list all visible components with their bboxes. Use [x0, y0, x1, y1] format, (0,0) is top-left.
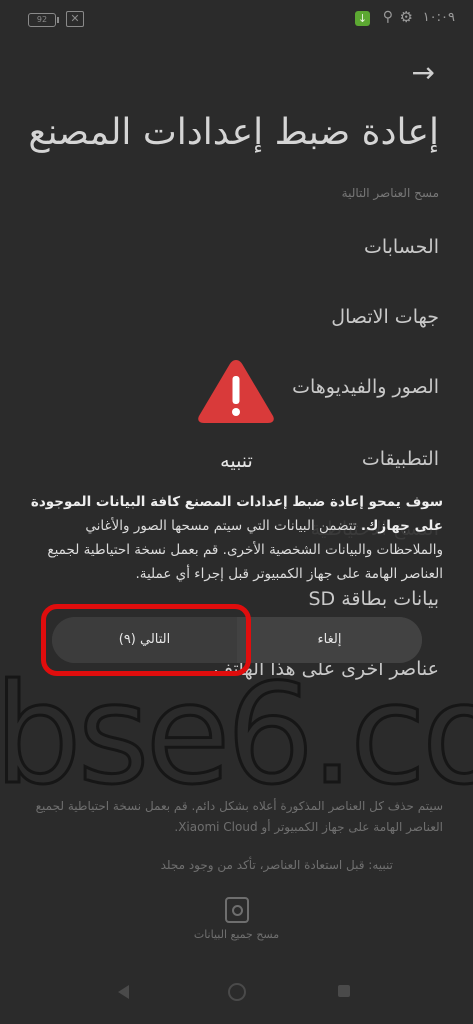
status-bar: 92 ✕ ↓ ⚲ ⚙ ١٠:٠٩	[0, 0, 473, 38]
nav-home-icon[interactable]	[228, 983, 246, 1001]
cancel-button[interactable]: إلغاء	[237, 617, 422, 663]
page-subtitle: مسح العناصر التالية	[341, 186, 439, 200]
dialog-message: سوف يمحو إعادة ضبط إعدادات المصنع كافة ا…	[30, 490, 443, 586]
warning-triangle-icon	[198, 360, 274, 423]
erase-all-data-button[interactable]: مسح جميع البيانات	[0, 928, 473, 941]
watermark: bse6.com	[0, 664, 473, 814]
list-item-photos: الصور والفيديوهات	[292, 376, 439, 398]
location-icon: ⚲	[382, 9, 393, 25]
dialog-title: تنبيه	[220, 450, 253, 472]
back-arrow-icon[interactable]: →	[412, 56, 435, 89]
list-item-accounts: الحسابات	[363, 236, 439, 258]
x-notification-icon: ✕	[66, 11, 84, 27]
nav-recents-icon[interactable]	[338, 985, 350, 997]
download-icon: ↓	[355, 11, 370, 26]
svg-text:bse6.com: bse6.com	[0, 664, 473, 814]
status-time: ١٠:٠٩	[422, 10, 455, 25]
list-item-contacts: جهات الاتصال	[331, 306, 439, 328]
list-item-sd-card: بيانات بطاقة SD	[308, 588, 440, 610]
highlight-annotation	[41, 604, 251, 676]
erase-icon[interactable]	[225, 897, 249, 923]
battery-icon: 92	[28, 13, 59, 27]
nav-back-icon[interactable]	[118, 985, 129, 999]
page-title: إعادة ضبط إعدادات المصنع	[28, 112, 439, 153]
footer-note: تنبيه: قبل استعادة العناصر، تأكد من وجود…	[160, 858, 393, 872]
navigation-bar	[0, 983, 473, 1005]
gear-icon: ⚙	[399, 8, 413, 26]
